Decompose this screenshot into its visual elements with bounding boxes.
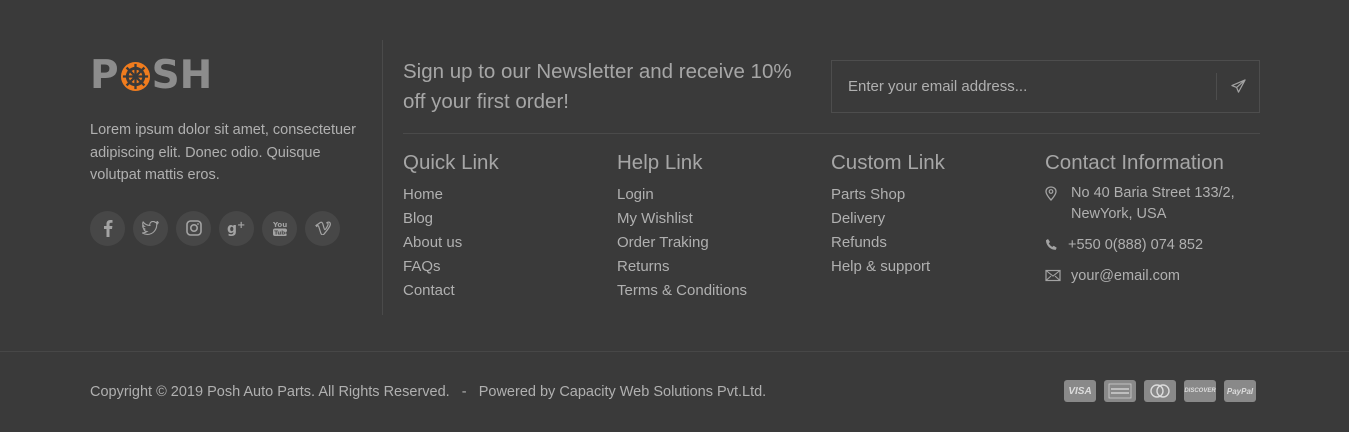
logo-letters-sh: SH bbox=[151, 53, 213, 98]
custom-link-refunds[interactable]: Refunds bbox=[831, 234, 887, 251]
map-pin-icon bbox=[1045, 183, 1071, 201]
svg-text:+: + bbox=[237, 220, 245, 231]
newsletter-title: Sign up to our Newsletter and receive 10… bbox=[403, 60, 792, 113]
list-item: Returns bbox=[617, 255, 747, 279]
list-item: Help & support bbox=[831, 255, 945, 279]
payment-label-visa: VISA bbox=[1068, 385, 1092, 397]
contact-heading: Contact Information bbox=[1045, 151, 1224, 174]
help-link-login[interactable]: Login bbox=[617, 186, 654, 203]
quick-link-contact[interactable]: Contact bbox=[403, 282, 455, 299]
list-item: Parts Shop bbox=[831, 183, 945, 207]
quick-link-blog[interactable]: Blog bbox=[403, 210, 433, 227]
footer-top: P SH Lorem ipsum dolor sit amet, consect… bbox=[0, 0, 1349, 352]
svg-text:g: g bbox=[227, 221, 237, 236]
quick-link-faqs[interactable]: FAQs bbox=[403, 258, 441, 275]
visa-card-icon: VISA bbox=[1064, 380, 1096, 402]
help-link-order-tracking[interactable]: Order Traking bbox=[617, 234, 709, 251]
horizontal-divider bbox=[403, 133, 1260, 134]
quick-link-home[interactable]: Home bbox=[403, 186, 443, 203]
contact-column: Contact Information No 40 Baria Street 1… bbox=[1045, 150, 1235, 287]
mastercard-card-icon bbox=[1144, 380, 1176, 402]
logo[interactable]: P SH bbox=[90, 53, 370, 98]
contact-address: No 40 Baria Street 133/2, NewYork, USA bbox=[1045, 183, 1235, 225]
help-link-column: Help Link Login My Wishlist Order Trakin… bbox=[617, 150, 747, 303]
paper-plane-icon bbox=[1230, 79, 1246, 93]
list-item: FAQs bbox=[403, 255, 499, 279]
help-link-list: Login My Wishlist Order Traking Returns … bbox=[617, 183, 747, 303]
address-line-1: No 40 Baria Street 133/2, bbox=[1071, 185, 1235, 201]
newsletter-email-input[interactable] bbox=[832, 61, 1216, 112]
custom-link-column: Custom Link Parts Shop Delivery Refunds … bbox=[831, 150, 945, 279]
phone-number[interactable]: +550 0(888) 074 852 bbox=[1068, 235, 1203, 256]
custom-link-list: Parts Shop Delivery Refunds Help & suppo… bbox=[831, 183, 945, 279]
list-item: Blog bbox=[403, 207, 499, 231]
copyright-bar: Copyright © 2019 Posh Auto Parts. All Ri… bbox=[90, 382, 766, 402]
phone-icon bbox=[1045, 235, 1068, 251]
help-link-heading: Help Link bbox=[617, 151, 703, 174]
payment-label-discover: DISCOVER bbox=[1184, 388, 1216, 394]
svg-text:You: You bbox=[272, 221, 287, 229]
amex-logo bbox=[1108, 383, 1132, 399]
custom-link-heading: Custom Link bbox=[831, 151, 945, 174]
list-item: About us bbox=[403, 231, 499, 255]
custom-link-parts-shop[interactable]: Parts Shop bbox=[831, 186, 905, 203]
payment-methods: VISA DISCOVER PayPal bbox=[1064, 380, 1256, 402]
address-line-2: NewYork, USA bbox=[1071, 206, 1167, 222]
wheel-icon bbox=[120, 61, 150, 91]
newsletter-form bbox=[831, 60, 1260, 113]
quick-link-about[interactable]: About us bbox=[403, 234, 462, 251]
copyright-separator: - bbox=[461, 384, 467, 400]
quick-link-column: Quick Link Home Blog About us FAQs Conta… bbox=[403, 150, 499, 303]
list-item: Delivery bbox=[831, 207, 945, 231]
footer-bottom-divider bbox=[0, 351, 1349, 352]
twitter-icon[interactable] bbox=[133, 210, 168, 246]
youtube-icon[interactable]: You Tube bbox=[262, 210, 297, 246]
help-link-terms[interactable]: Terms & Conditions bbox=[617, 282, 747, 299]
contact-email: your@email.com bbox=[1045, 266, 1235, 287]
newsletter-send-button[interactable] bbox=[1217, 61, 1259, 112]
powered-by-text[interactable]: Powered by Capacity Web Solutions Pvt.Lt… bbox=[479, 384, 766, 400]
envelope-icon bbox=[1045, 266, 1071, 282]
vimeo-icon[interactable] bbox=[305, 210, 340, 246]
list-item: My Wishlist bbox=[617, 207, 747, 231]
svg-text:Tube: Tube bbox=[274, 230, 288, 236]
list-item: Login bbox=[617, 183, 747, 207]
contact-phone: +550 0(888) 074 852 bbox=[1045, 235, 1235, 256]
mastercard-logo bbox=[1150, 384, 1170, 398]
custom-link-help-support[interactable]: Help & support bbox=[831, 258, 930, 275]
payment-label-paypal: PayPal bbox=[1226, 386, 1254, 396]
vertical-divider bbox=[382, 40, 383, 315]
custom-link-delivery[interactable]: Delivery bbox=[831, 210, 885, 227]
quick-link-list: Home Blog About us FAQs Contact bbox=[403, 183, 499, 303]
facebook-icon[interactable] bbox=[90, 210, 125, 246]
help-link-wishlist[interactable]: My Wishlist bbox=[617, 210, 693, 227]
copyright-text: Copyright © 2019 Posh Auto Parts. All Ri… bbox=[90, 384, 450, 400]
list-item: Contact bbox=[403, 279, 499, 303]
social-links: g + You Tube bbox=[90, 210, 370, 246]
instagram-icon[interactable] bbox=[176, 210, 211, 246]
list-item: Terms & Conditions bbox=[617, 279, 747, 303]
google-plus-icon[interactable]: g + bbox=[219, 210, 254, 246]
email-address[interactable]: your@email.com bbox=[1071, 266, 1180, 287]
list-item: Home bbox=[403, 183, 499, 207]
paypal-card-icon: PayPal bbox=[1224, 380, 1256, 402]
brand-column: P SH Lorem ipsum dolor sit amet, consect… bbox=[90, 53, 370, 246]
discover-card-icon: DISCOVER bbox=[1184, 380, 1216, 402]
about-text: Lorem ipsum dolor sit amet, consectetuer… bbox=[90, 122, 356, 183]
list-item: Order Traking bbox=[617, 231, 747, 255]
logo-letter-p: P bbox=[90, 53, 119, 98]
quick-link-heading: Quick Link bbox=[403, 151, 499, 174]
american-express-card-icon bbox=[1104, 380, 1136, 402]
help-link-returns[interactable]: Returns bbox=[617, 258, 670, 275]
list-item: Refunds bbox=[831, 231, 945, 255]
